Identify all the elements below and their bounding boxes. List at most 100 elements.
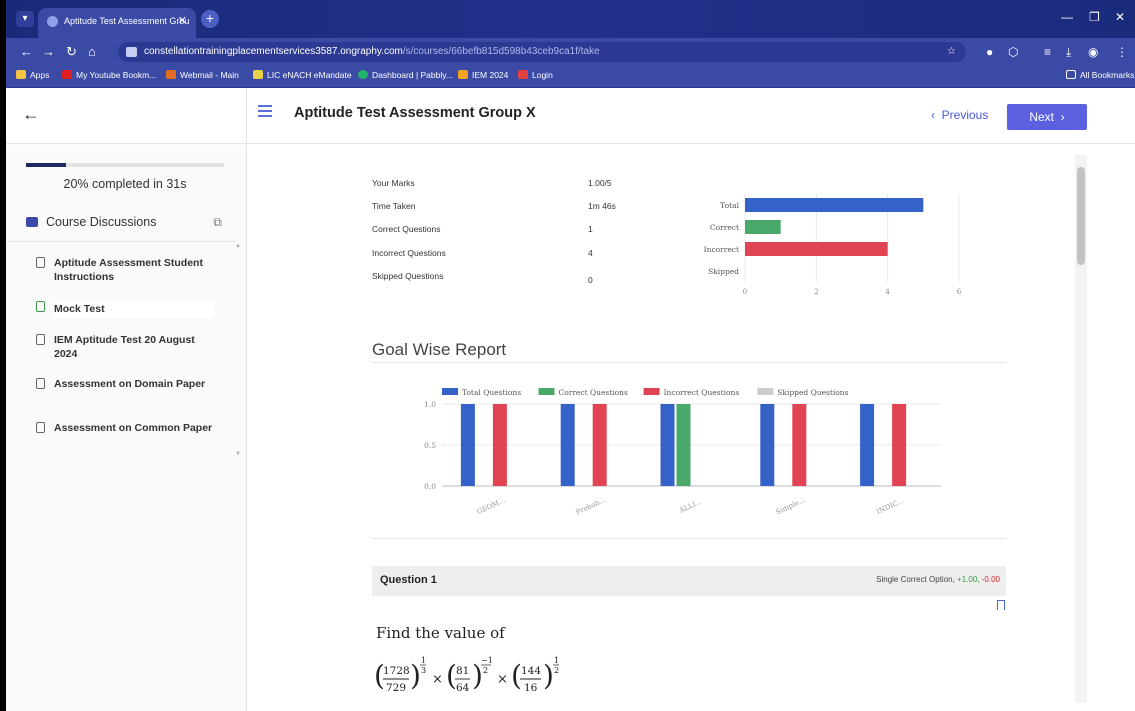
bookmarks-bar: Apps My Youtube Bookm... Webmail - Main … xyxy=(6,66,1135,88)
home-icon[interactable]: ⌂ xyxy=(88,44,96,59)
stat-label: Time Taken xyxy=(372,201,416,211)
browser-tab[interactable]: Aptitude Test Assessment Grou ✕ xyxy=(38,8,196,38)
bookmark-pabbly[interactable]: Dashboard | Pabbly... xyxy=(358,70,453,80)
lesson-item[interactable]: Aptitude Assessment Student Instructions xyxy=(36,256,214,284)
content-scrollbar[interactable] xyxy=(1075,155,1087,703)
summary-bar xyxy=(745,242,888,256)
all-bookmarks[interactable]: All Bookmarks xyxy=(1066,70,1134,80)
legend-label: Skipped Questions xyxy=(777,388,848,397)
divider xyxy=(372,362,1006,363)
course-discussions-link[interactable]: Course Discussions ⧉ xyxy=(26,215,226,229)
math-num: 81 xyxy=(456,665,469,677)
legend-label: Correct Questions xyxy=(559,388,628,397)
close-tab-icon[interactable]: ✕ xyxy=(178,14,187,27)
goal-bar xyxy=(760,404,775,486)
reload-icon[interactable]: ↻ xyxy=(66,44,77,60)
discussions-label: Course Discussions xyxy=(46,215,157,229)
login-icon xyxy=(518,70,528,79)
drive-icon xyxy=(458,70,468,79)
stat-label: Incorrect Questions xyxy=(372,248,446,258)
course-progress-fill xyxy=(26,163,66,167)
lesson-item-active[interactable]: Mock Test xyxy=(36,300,214,318)
document-icon xyxy=(36,334,45,345)
y-tick-label: 0.0 xyxy=(424,482,436,491)
bookmark-webmail[interactable]: Webmail - Main xyxy=(166,70,239,80)
math-den: 729 xyxy=(386,682,406,694)
y-category-label: Correct xyxy=(710,223,739,232)
site-info-icon[interactable] xyxy=(126,47,137,57)
goal-report-title: Goal Wise Report xyxy=(372,340,507,359)
legend-swatch xyxy=(643,388,660,395)
previous-button[interactable]: ‹ Previous xyxy=(931,108,988,122)
summary-bar xyxy=(745,220,781,234)
math-exp-den: 3 xyxy=(421,666,426,675)
bookmark-label: Webmail - Main xyxy=(180,70,239,80)
math-exp-num: −1 xyxy=(481,656,493,665)
forward-nav-icon[interactable]: → xyxy=(42,44,55,59)
progress-text: 20% completed in 31s xyxy=(63,177,187,191)
bookmark-label: LIC eNACH eMandate xyxy=(267,70,352,80)
document-icon xyxy=(36,378,45,389)
minimize-icon[interactable]: — xyxy=(1061,10,1073,24)
y-category-label: Skipped xyxy=(708,267,739,276)
bookmark-question-icon[interactable] xyxy=(997,600,1005,610)
goal-bar xyxy=(860,404,875,486)
star-bookmark-icon[interactable]: ☆ xyxy=(947,42,956,62)
math-num: 1728 xyxy=(383,665,410,677)
x-category-label: Probab... xyxy=(575,496,607,517)
document-icon xyxy=(36,257,45,268)
legend-label: Incorrect Questions xyxy=(664,388,740,397)
lesson-item[interactable]: IEM Aptitude Test 20 August 2024 xyxy=(36,333,214,361)
external-link-icon[interactable]: ⧉ xyxy=(213,215,222,230)
browser-window: ▾ Aptitude Test Assessment Grou ✕ + — ❐ … xyxy=(6,0,1135,711)
goal-bar xyxy=(660,404,675,486)
x-category-label: INDIC... xyxy=(875,496,905,516)
back-arrow-icon[interactable]: ← xyxy=(22,104,40,125)
math-den: 64 xyxy=(456,682,470,694)
next-button[interactable]: Next › xyxy=(1007,104,1087,130)
new-tab-button[interactable]: + xyxy=(201,10,219,28)
profile-avatar-icon[interactable]: ◉ xyxy=(1088,45,1098,59)
sidebar-scrollbar[interactable]: ▲ ▼ xyxy=(234,241,241,465)
times-sign: × xyxy=(497,672,508,687)
tab-favicon-icon xyxy=(47,16,58,27)
question-header: Question 1 Single Correct Option, +1.00,… xyxy=(372,566,1006,596)
scroll-down-icon[interactable]: ▼ xyxy=(235,451,241,457)
bookmark-youtube[interactable]: My Youtube Bookm... xyxy=(62,70,156,80)
lesson-label: Aptitude Assessment Student Instructions xyxy=(54,257,203,283)
lesson-item[interactable]: Assessment on Domain Paper xyxy=(36,377,214,391)
reading-list-icon[interactable]: ≡ xyxy=(1044,45,1051,59)
scroll-up-icon[interactable]: ▲ xyxy=(235,243,241,249)
bookmark-iem[interactable]: IEM 2024 xyxy=(458,70,508,80)
stat-value: 0 xyxy=(588,275,593,285)
restore-icon[interactable]: ❐ xyxy=(1089,10,1100,24)
question-prompt: Find the value of xyxy=(376,624,505,642)
goal-bar xyxy=(892,404,907,486)
menu-kebab-icon[interactable]: ⋮ xyxy=(1116,45,1128,59)
url-host: constellationtrainingplacementservices35… xyxy=(144,46,403,57)
bookmark-login[interactable]: Login xyxy=(518,70,553,80)
bookmark-label: Login xyxy=(532,70,553,80)
download-icon[interactable]: ⤓ xyxy=(1066,45,1071,60)
close-window-icon[interactable]: ✕ xyxy=(1115,10,1125,24)
extension-icon[interactable]: ● xyxy=(986,45,993,59)
bookmark-lic[interactable]: LIC eNACH eMandate xyxy=(253,70,352,80)
legend-swatch xyxy=(757,388,774,395)
hamburger-menu-icon[interactable] xyxy=(258,105,272,120)
youtube-icon xyxy=(62,70,72,79)
back-nav-icon[interactable]: ← xyxy=(20,44,33,59)
lic-icon xyxy=(253,70,263,79)
bookmark-apps[interactable]: Apps xyxy=(16,70,49,80)
legend-swatch xyxy=(442,388,458,395)
lesson-item[interactable]: Assessment on Common Paper xyxy=(36,421,214,435)
paren: ) xyxy=(543,659,554,692)
chat-icon xyxy=(26,217,38,227)
url-field[interactable]: constellationtrainingplacementservices35… xyxy=(118,42,966,62)
extensions-puzzle-icon[interactable]: ⬡ xyxy=(1008,45,1018,59)
stat-value: 4 xyxy=(588,248,593,258)
scrollbar-thumb[interactable] xyxy=(1077,167,1085,265)
goal-bar xyxy=(592,404,607,486)
summary-bar-chart: 0 2 4 6 Total Correct Incorrect Skipped xyxy=(704,194,962,296)
tab-search-dropdown[interactable]: ▾ xyxy=(16,11,34,27)
lesson-label: Assessment on Common Paper xyxy=(54,422,213,434)
